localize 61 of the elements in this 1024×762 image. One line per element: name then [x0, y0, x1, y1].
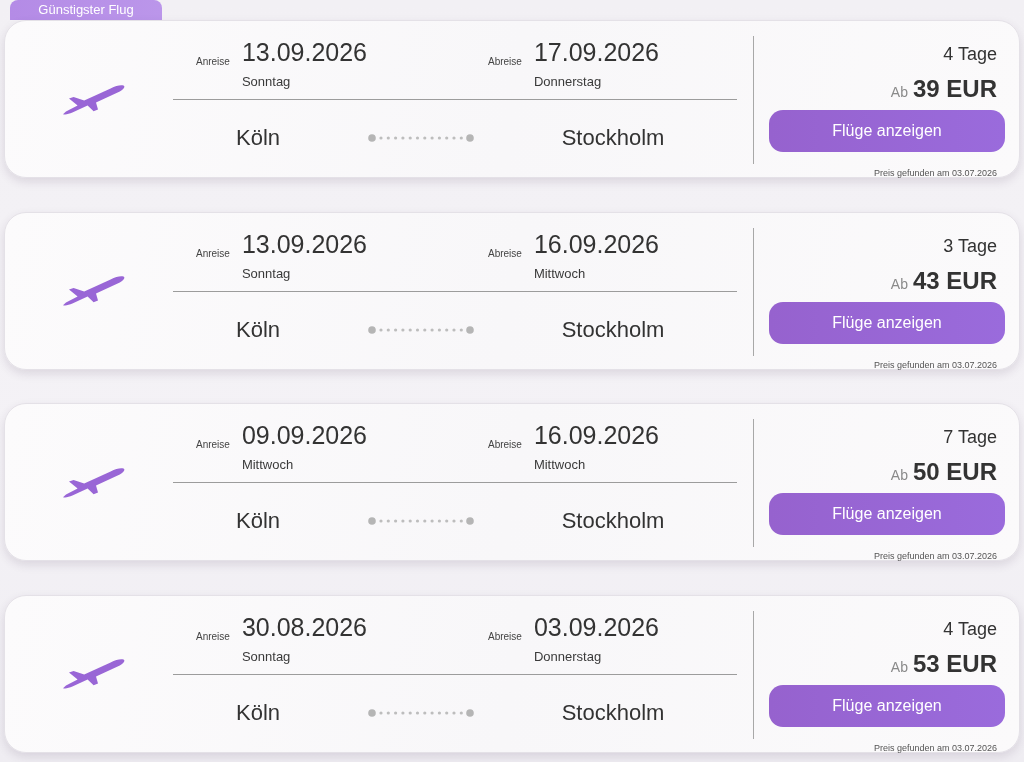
airplane-icon	[63, 276, 125, 307]
airplane-icon	[63, 467, 125, 499]
show-flights-button[interactable]: Flüge anzeigen	[769, 684, 1005, 727]
trip-duration: 4 Tage	[943, 43, 997, 65]
show-flights-button[interactable]: Flüge anzeigen	[769, 110, 1005, 152]
price-prefix: Ab	[890, 274, 908, 294]
dotted-route-icon	[368, 517, 474, 525]
price-amount: 50 EUR	[912, 458, 997, 486]
price-prefix: Ab	[890, 83, 908, 102]
price-prefix: Ab	[890, 466, 908, 485]
date-label: Anreise	[196, 56, 230, 67]
date-label: Abreise	[488, 630, 522, 642]
price-found-note: Preis gefunden am 03.07.2026	[873, 550, 997, 562]
dotted-route-icon	[368, 708, 474, 717]
travel-date: 16.09.2026	[533, 229, 660, 258]
city-name: Köln	[235, 316, 280, 343]
airplane-icon	[63, 659, 125, 690]
price-prefix: Ab	[890, 657, 908, 677]
travel-date: 16.09.2026	[533, 421, 660, 449]
trip-duration: 3 Tage	[943, 234, 997, 257]
city-name: Stockholm	[561, 508, 665, 534]
weekday-text: Donnerstag	[533, 648, 602, 665]
date-label: Anreise	[196, 439, 230, 450]
city-name: Stockholm	[561, 316, 665, 343]
travel-date: 09.09.2026	[241, 421, 368, 449]
price-amount: 53 EUR	[912, 649, 997, 678]
price-found-note: Preis gefunden am 03.07.2026	[873, 358, 997, 371]
travel-date: 17.09.2026	[533, 38, 660, 66]
best-price-badge: Günstigster Flug	[10, 0, 162, 20]
weekday-text: Sonntag	[241, 648, 291, 665]
trip-duration: 4 Tage	[943, 617, 997, 640]
date-label: Abreise	[488, 247, 522, 259]
travel-date: 13.09.2026	[241, 38, 368, 66]
weekday-text: Donnerstag	[533, 74, 602, 90]
price-amount: 43 EUR	[912, 266, 997, 295]
show-flights-button[interactable]: Flüge anzeigen	[769, 301, 1005, 344]
price-found-note: Preis gefunden am 03.07.2026	[873, 167, 997, 179]
weekday-text: Mittwoch	[533, 457, 586, 473]
travel-date: 13.09.2026	[241, 229, 368, 258]
price-amount: 39 EUR	[912, 75, 997, 103]
weekday-text: Mittwoch	[241, 457, 294, 473]
date-label: Abreise	[488, 439, 522, 450]
airplane-icon	[63, 84, 125, 116]
city-name: Köln	[235, 125, 280, 151]
travel-date: 03.09.2026	[533, 612, 660, 641]
show-flights-button[interactable]: Flüge anzeigen	[769, 493, 1005, 535]
date-label: Abreise	[488, 56, 522, 67]
travel-date: 30.08.2026	[241, 612, 368, 641]
weekday-text: Sonntag	[241, 265, 291, 282]
city-name: Köln	[235, 508, 280, 534]
date-label: Anreise	[196, 630, 230, 642]
dotted-route-icon	[368, 134, 474, 142]
trip-duration: 7 Tage	[943, 426, 997, 448]
weekday-text: Sonntag	[241, 74, 291, 90]
weekday-text: Mittwoch	[533, 265, 586, 282]
date-label: Anreise	[196, 247, 230, 259]
city-name: Köln	[235, 699, 280, 726]
city-name: Stockholm	[561, 125, 665, 151]
price-found-note: Preis gefunden am 03.07.2026	[873, 741, 997, 754]
city-name: Stockholm	[561, 699, 665, 726]
dotted-route-icon	[368, 325, 474, 334]
